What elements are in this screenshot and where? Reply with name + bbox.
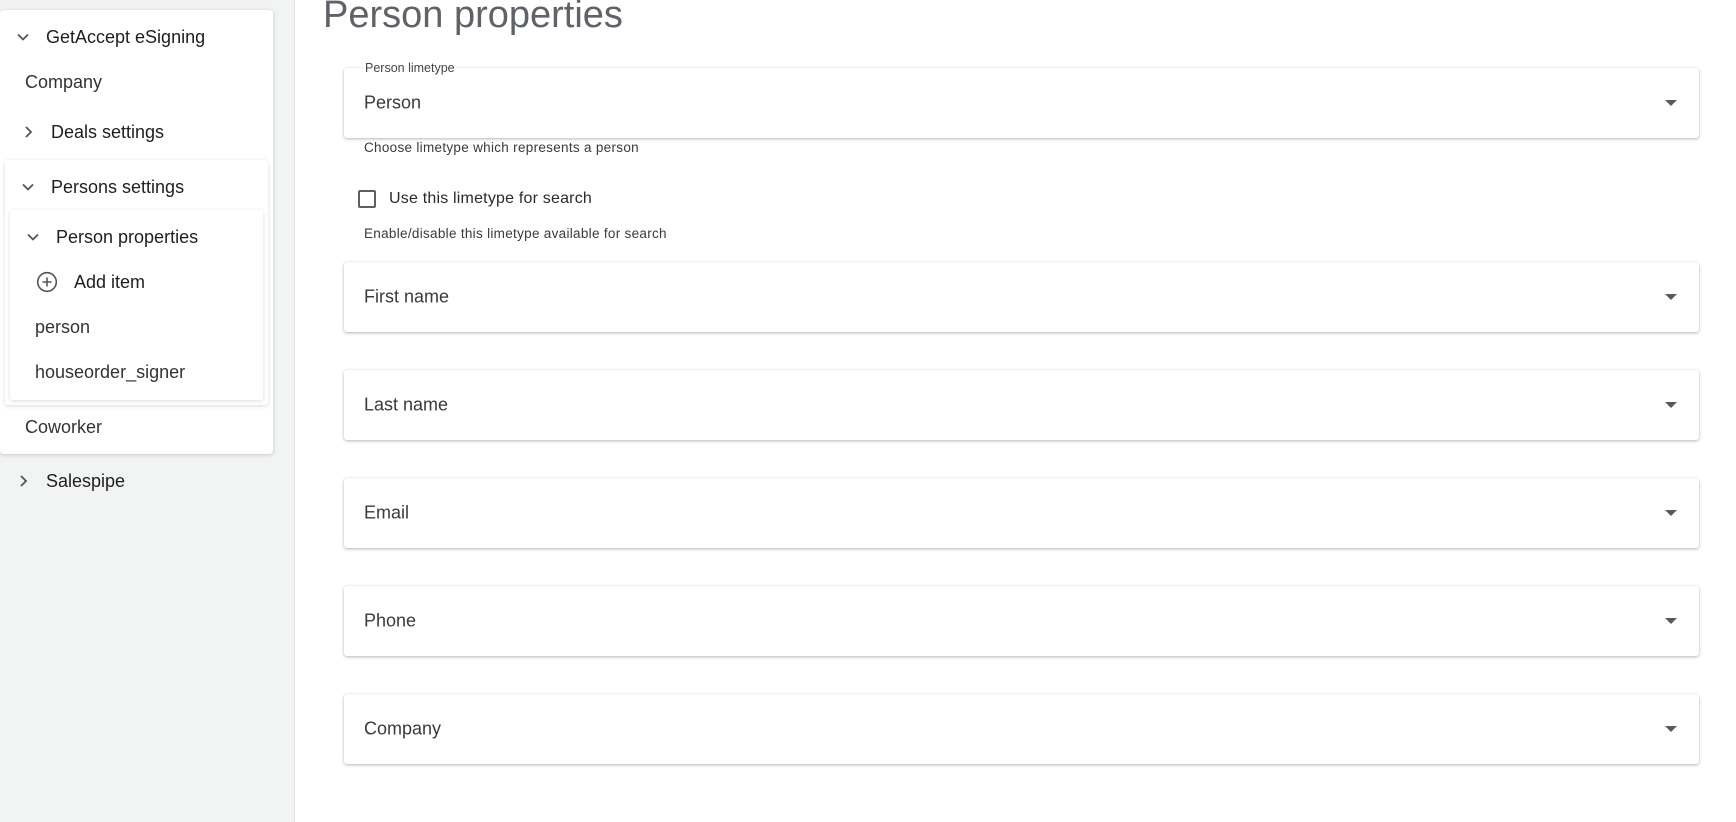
sidebar-item-person[interactable]: person [35, 307, 90, 347]
phone-select[interactable]: Phone [344, 586, 1699, 656]
sidebar-item-getaccept[interactable]: GetAccept eSigning [14, 17, 205, 57]
search-checkbox[interactable] [358, 190, 376, 208]
search-checkbox-label: Use this limetype for search [389, 190, 593, 207]
sidebar-item-deals-settings[interactable]: Deals settings [19, 112, 164, 152]
caret-down-icon [1665, 402, 1677, 408]
last-name-select[interactable]: Last name [344, 370, 1699, 440]
sidebar-item-label: person [35, 316, 91, 337]
company-select[interactable]: Company [344, 694, 1699, 764]
sidebar-item-label: Deals settings [51, 121, 165, 142]
sidebar-item-label: Person properties [56, 226, 199, 247]
add-item-label: Add item [74, 271, 146, 292]
search-helper-text: Enable/disable this limetype available f… [364, 226, 667, 241]
sidebar-item-person-properties[interactable]: Person properties [24, 217, 198, 257]
chevron-down-icon [19, 178, 37, 196]
chevron-right-icon [19, 123, 37, 141]
page-title: Person properties [323, 0, 623, 36]
sidebar-item-salespipe[interactable]: Salespipe [14, 461, 125, 501]
add-item-button[interactable]: Add item [36, 262, 145, 302]
caret-down-icon [1665, 510, 1677, 516]
sidebar-item-label: Salespipe [46, 470, 126, 491]
person-limetype-value: Person [364, 92, 422, 113]
chevron-down-icon [24, 228, 42, 246]
caret-down-icon [1665, 618, 1677, 624]
email-placeholder: Email [364, 502, 410, 523]
company-placeholder: Company [364, 718, 442, 739]
first-name-select[interactable]: First name [344, 262, 1699, 332]
caret-down-icon [1665, 726, 1677, 732]
sidebar-item-persons-settings[interactable]: Persons settings [19, 167, 184, 207]
person-limetype-label: Person limetype [364, 61, 456, 75]
caret-down-icon [1665, 294, 1677, 300]
sidebar-item-coworker[interactable]: Coworker [25, 407, 102, 447]
person-limetype-select[interactable]: Person limetype Person [344, 61, 1699, 138]
last-name-placeholder: Last name [364, 394, 449, 415]
caret-down-icon [1665, 100, 1677, 106]
sidebar-item-company[interactable]: Company [25, 62, 102, 102]
sidebar-item-label: Company [25, 71, 103, 92]
sidebar-item-label: GetAccept eSigning [46, 26, 206, 47]
email-select[interactable]: Email [344, 478, 1699, 548]
sidebar: GetAccept eSigning Company Deals setting… [0, 0, 295, 822]
chevron-down-icon [14, 28, 32, 46]
plus-circle-icon [36, 271, 58, 293]
limetype-helper-text: Choose limetype which represents a perso… [364, 140, 639, 155]
chevron-right-icon [14, 472, 32, 490]
search-checkbox-row[interactable]: Use this limetype for search [358, 190, 592, 208]
sidebar-item-label: Persons settings [51, 176, 185, 197]
sidebar-item-label: Coworker [25, 416, 103, 437]
main-content: Person properties Person limetype Person… [295, 0, 1736, 822]
sidebar-item-houseorder-signer[interactable]: houseorder_signer [35, 352, 185, 392]
first-name-placeholder: First name [364, 286, 450, 307]
phone-placeholder: Phone [364, 610, 417, 631]
sidebar-item-label: houseorder_signer [35, 361, 186, 382]
